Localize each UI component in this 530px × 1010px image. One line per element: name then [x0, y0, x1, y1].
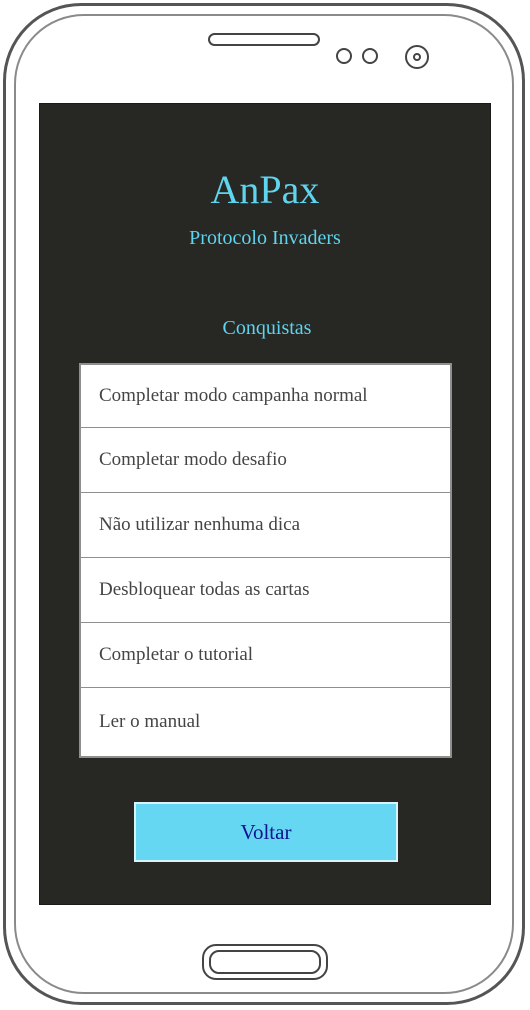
list-item-no-hints[interactable]: Não utilizar nenhuma dica	[81, 493, 450, 558]
list-item-unlock-cards[interactable]: Desbloquear todas as cartas	[81, 558, 450, 623]
app-screen: AnPax Protocolo Invaders Conquistas Comp…	[39, 103, 491, 905]
list-item-campaign[interactable]: Completar modo campanha normal	[81, 365, 450, 428]
achievements-heading: Conquistas	[222, 317, 312, 339]
sensor-icon	[362, 48, 378, 64]
speaker-grille	[208, 33, 320, 46]
list-item-tutorial[interactable]: Completar o tutorial	[81, 623, 450, 688]
app-title: AnPax	[210, 167, 320, 212]
front-camera-icon	[405, 45, 429, 69]
sensor-icon	[336, 48, 352, 64]
app-subtitle: Protocolo Invaders	[189, 227, 341, 249]
achievements-list: Completar modo campanha normal Completar…	[79, 363, 452, 758]
list-item-manual[interactable]: Ler o manual	[81, 688, 450, 756]
home-button[interactable]	[202, 944, 328, 980]
list-item-challenge[interactable]: Completar modo desafio	[81, 428, 450, 493]
back-button[interactable]: Voltar	[134, 802, 398, 862]
